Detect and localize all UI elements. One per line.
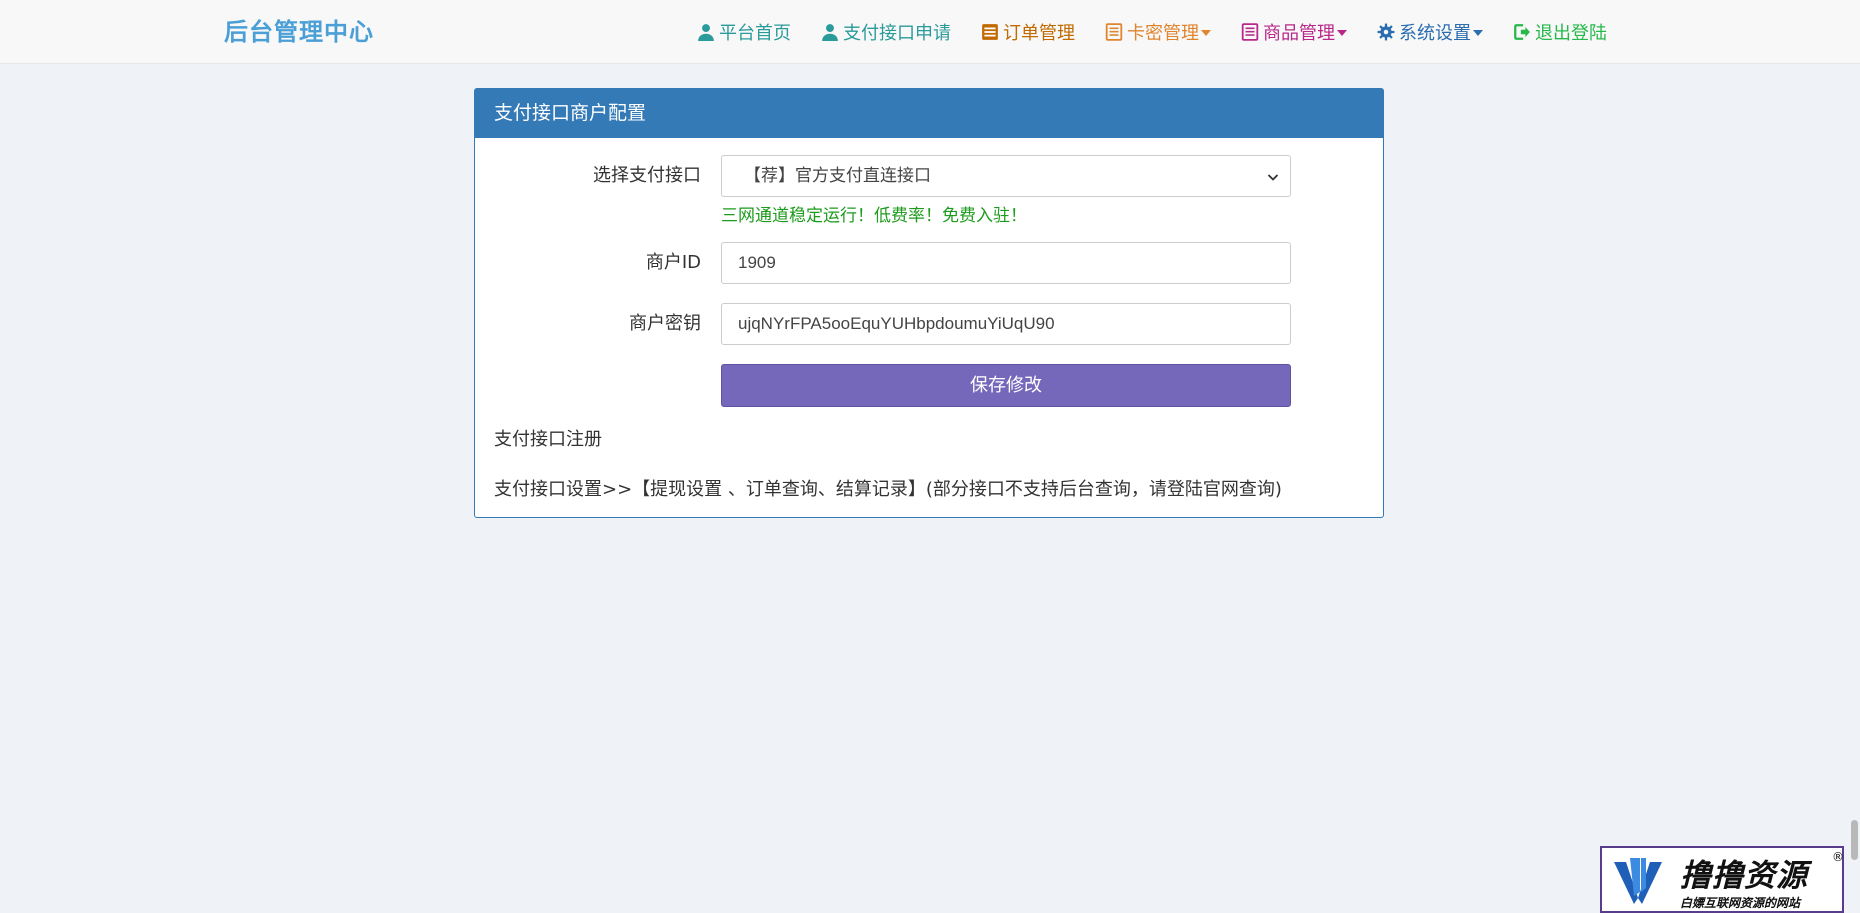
merchant-key-label: 商户密钥 [629, 313, 701, 334]
nav-item-label: 系统设置 [1399, 23, 1471, 44]
user-icon [821, 23, 839, 41]
scrollbar-thumb[interactable] [1851, 820, 1858, 860]
brand-title[interactable]: 后台管理中心 [224, 14, 374, 50]
save-button[interactable]: 保存修改 [721, 364, 1291, 407]
gear-icon [1377, 23, 1395, 41]
registered-mark: ® [1832, 850, 1844, 864]
payment-interface-select[interactable]: 【荐】官方支付直连接口 [721, 155, 1291, 197]
watermark-logo-icon [1614, 858, 1662, 904]
payment-settings-text[interactable]: 支付接口设置>>【提现设置 、订单查询、结算记录】(部分接口不支持后台查询，请登… [494, 475, 1282, 501]
book-icon [1241, 23, 1259, 41]
payment-register-link[interactable]: 支付接口注册 [494, 425, 602, 451]
caret-down-icon [1337, 30, 1347, 36]
nav-item-home[interactable]: 平台首页 [697, 14, 791, 50]
payment-interface-row: 选择支付接口 【荐】官方支付直连接口 [475, 155, 1385, 197]
nav-item-products[interactable]: 商品管理 [1241, 14, 1347, 50]
site-watermark: 撸撸资源 ® 白嫖互联网资源的网站 [1600, 846, 1844, 913]
merchant-config-panel: 支付接口商户配置 选择支付接口 【荐】官方支付直连接口 三网通道稳定运行！低费率… [474, 88, 1384, 518]
chevron-down-icon [1267, 174, 1279, 181]
logout-icon [1513, 23, 1531, 41]
nav-item-label: 卡密管理 [1127, 23, 1199, 44]
user-icon [697, 23, 715, 41]
payment-interface-selected-value: 【荐】官方支付直连接口 [744, 166, 931, 185]
list-icon [981, 23, 999, 41]
nav-item-orders[interactable]: 订单管理 [981, 14, 1075, 50]
nav-item-label: 退出登陆 [1535, 23, 1607, 44]
nav-item-label: 平台首页 [719, 23, 791, 44]
merchant-id-label: 商户ID [645, 252, 701, 273]
watermark-subtitle: 白嫖互联网资源的网站 [1680, 896, 1801, 910]
caret-down-icon [1201, 30, 1211, 36]
watermark-title: 撸撸资源 [1680, 858, 1808, 894]
promo-hint: 三网通道稳定运行！低费率！免费入驻！ [721, 206, 1027, 226]
merchant-key-row: 商户密钥 ujqNYrFPA5ooEquYUHbpdoumuYiUqU90 [475, 303, 1385, 345]
top-navbar: 后台管理中心 平台首页 支付接口申请 订单管理 卡密管理 商品管理 系统设置 退… [0, 0, 1860, 64]
payment-interface-label: 选择支付接口 [593, 165, 701, 186]
merchant-id-input[interactable]: 1909 [721, 242, 1291, 284]
nav-item-payment-apply[interactable]: 支付接口申请 [821, 14, 951, 50]
nav-item-label: 商品管理 [1263, 23, 1335, 44]
nav-item-card-keys[interactable]: 卡密管理 [1105, 14, 1211, 50]
book-icon [1105, 23, 1123, 41]
nav-item-label: 支付接口申请 [843, 23, 951, 44]
caret-down-icon [1473, 30, 1483, 36]
nav-item-logout[interactable]: 退出登陆 [1513, 14, 1607, 50]
merchant-key-input[interactable]: ujqNYrFPA5ooEquYUHbpdoumuYiUqU90 [721, 303, 1291, 345]
main-nav: 平台首页 支付接口申请 订单管理 卡密管理 商品管理 系统设置 退出登陆 [697, 14, 1637, 50]
nav-item-system-settings[interactable]: 系统设置 [1377, 14, 1483, 50]
nav-item-label: 订单管理 [1003, 23, 1075, 44]
merchant-id-row: 商户ID 1909 [475, 242, 1385, 284]
panel-title: 支付接口商户配置 [475, 89, 1383, 138]
